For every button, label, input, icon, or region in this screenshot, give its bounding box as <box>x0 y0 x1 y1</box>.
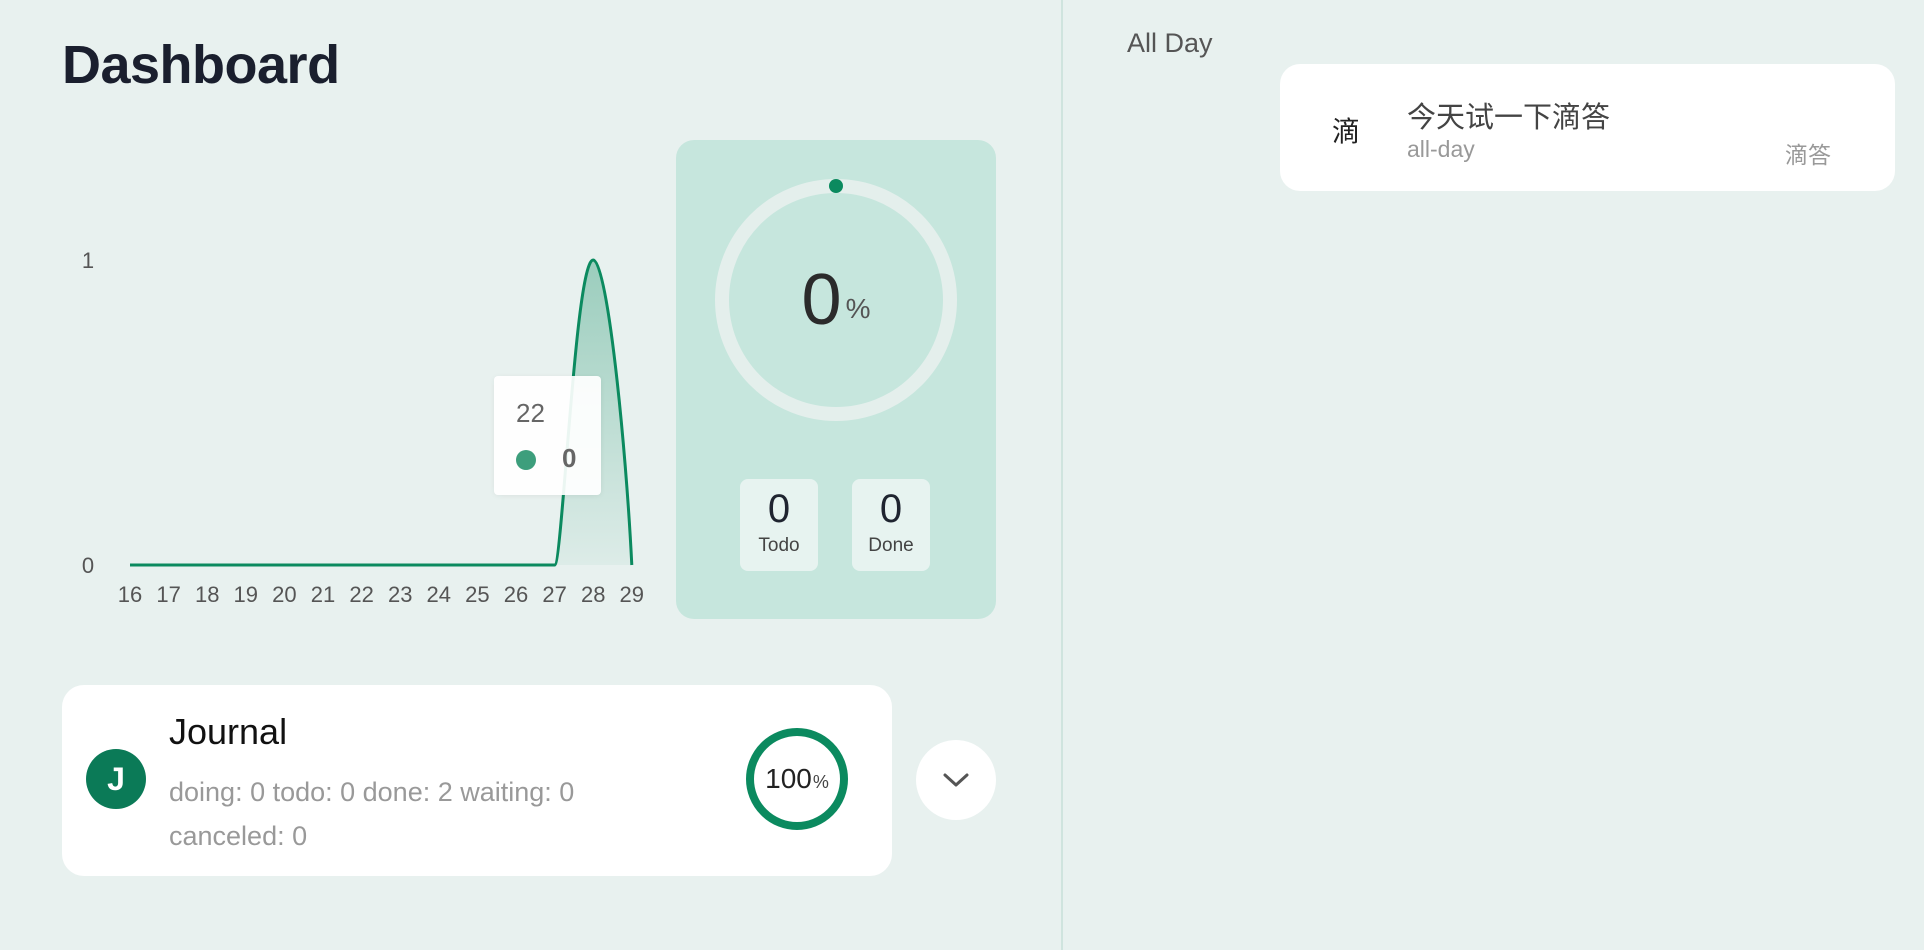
tooltip-series-dot <box>516 450 536 470</box>
x-tick-label: 17 <box>156 582 180 607</box>
schedule-pane: All Day 滴 今天试一下滴答 all-day 滴答 <box>1063 0 1924 950</box>
journal-avatar: J <box>86 749 146 809</box>
journal-name: Journal <box>169 711 288 752</box>
chart-tooltip: 22 0 <box>494 376 601 495</box>
event-card[interactable]: 滴 今天试一下滴答 all-day 滴答 <box>1280 64 1895 191</box>
page-title: Dashboard <box>62 35 340 95</box>
journal-progress-ring: 100 % <box>744 726 850 832</box>
event-title: 今天试一下滴答 <box>1407 102 1611 134</box>
journal-stats: doing: 0 todo: 0 done: 2 waiting: 0 canc… <box>169 777 575 851</box>
journal-progress-value: 100 % <box>744 726 850 832</box>
event-calendar-icon: 滴 <box>1332 116 1361 147</box>
x-tick-label: 26 <box>504 582 528 607</box>
x-tick-label: 19 <box>234 582 258 607</box>
tooltip-label: 22 <box>516 398 545 428</box>
tooltip-value: 0 <box>562 443 577 473</box>
done-label: Done <box>868 535 914 556</box>
x-tick-label: 28 <box>581 582 605 607</box>
all-day-label: All Day <box>1127 28 1213 58</box>
journal-progress-unit: % <box>812 771 829 792</box>
todo-count: 0 <box>767 487 791 531</box>
x-tick-label: 23 <box>388 582 412 607</box>
chevron-down-icon <box>943 773 969 787</box>
x-tick-label: 18 <box>195 582 219 607</box>
y-tick-label: 1 <box>82 248 94 273</box>
dashboard-pane: Dashboard 0 1 16 17 18 19 20 21 22 23 24 25 26 27 28 29… <box>0 0 1061 950</box>
done-count: 0 <box>879 487 903 531</box>
x-tick-label: 16 <box>118 582 142 607</box>
todo-stat[interactable]: 0 Todo <box>740 479 818 571</box>
x-tick-label: 25 <box>465 582 489 607</box>
progress-value: 0 % <box>714 178 958 422</box>
journal-progress-number: 100 <box>765 763 812 794</box>
x-tick-label: 27 <box>542 582 566 607</box>
progress-card: 0 % 0 Todo 0 Done <box>676 140 996 619</box>
x-tick-label: 29 <box>620 582 644 607</box>
x-tick-label: 20 <box>272 582 296 607</box>
journal-card[interactable]: J Journal doing: 0 todo: 0 done: 2 waiti… <box>62 685 892 876</box>
done-stat[interactable]: 0 Done <box>852 479 930 571</box>
x-tick-label: 21 <box>311 582 335 607</box>
progress-unit: % <box>845 293 871 324</box>
y-tick-label: 0 <box>82 553 94 578</box>
progress-number: 0 <box>801 260 842 340</box>
x-tick-label: 24 <box>427 582 451 607</box>
expand-button[interactable] <box>916 740 996 820</box>
progress-ring: 0 % <box>714 178 958 422</box>
x-tick-label: 22 <box>349 582 373 607</box>
activity-chart: 0 1 16 17 18 19 20 21 22 23 24 25 26 27 28 29 22 0 <box>60 200 660 620</box>
todo-label: Todo <box>758 535 800 556</box>
event-type: all-day <box>1407 136 1475 162</box>
event-source: 滴答 <box>1785 142 1831 168</box>
